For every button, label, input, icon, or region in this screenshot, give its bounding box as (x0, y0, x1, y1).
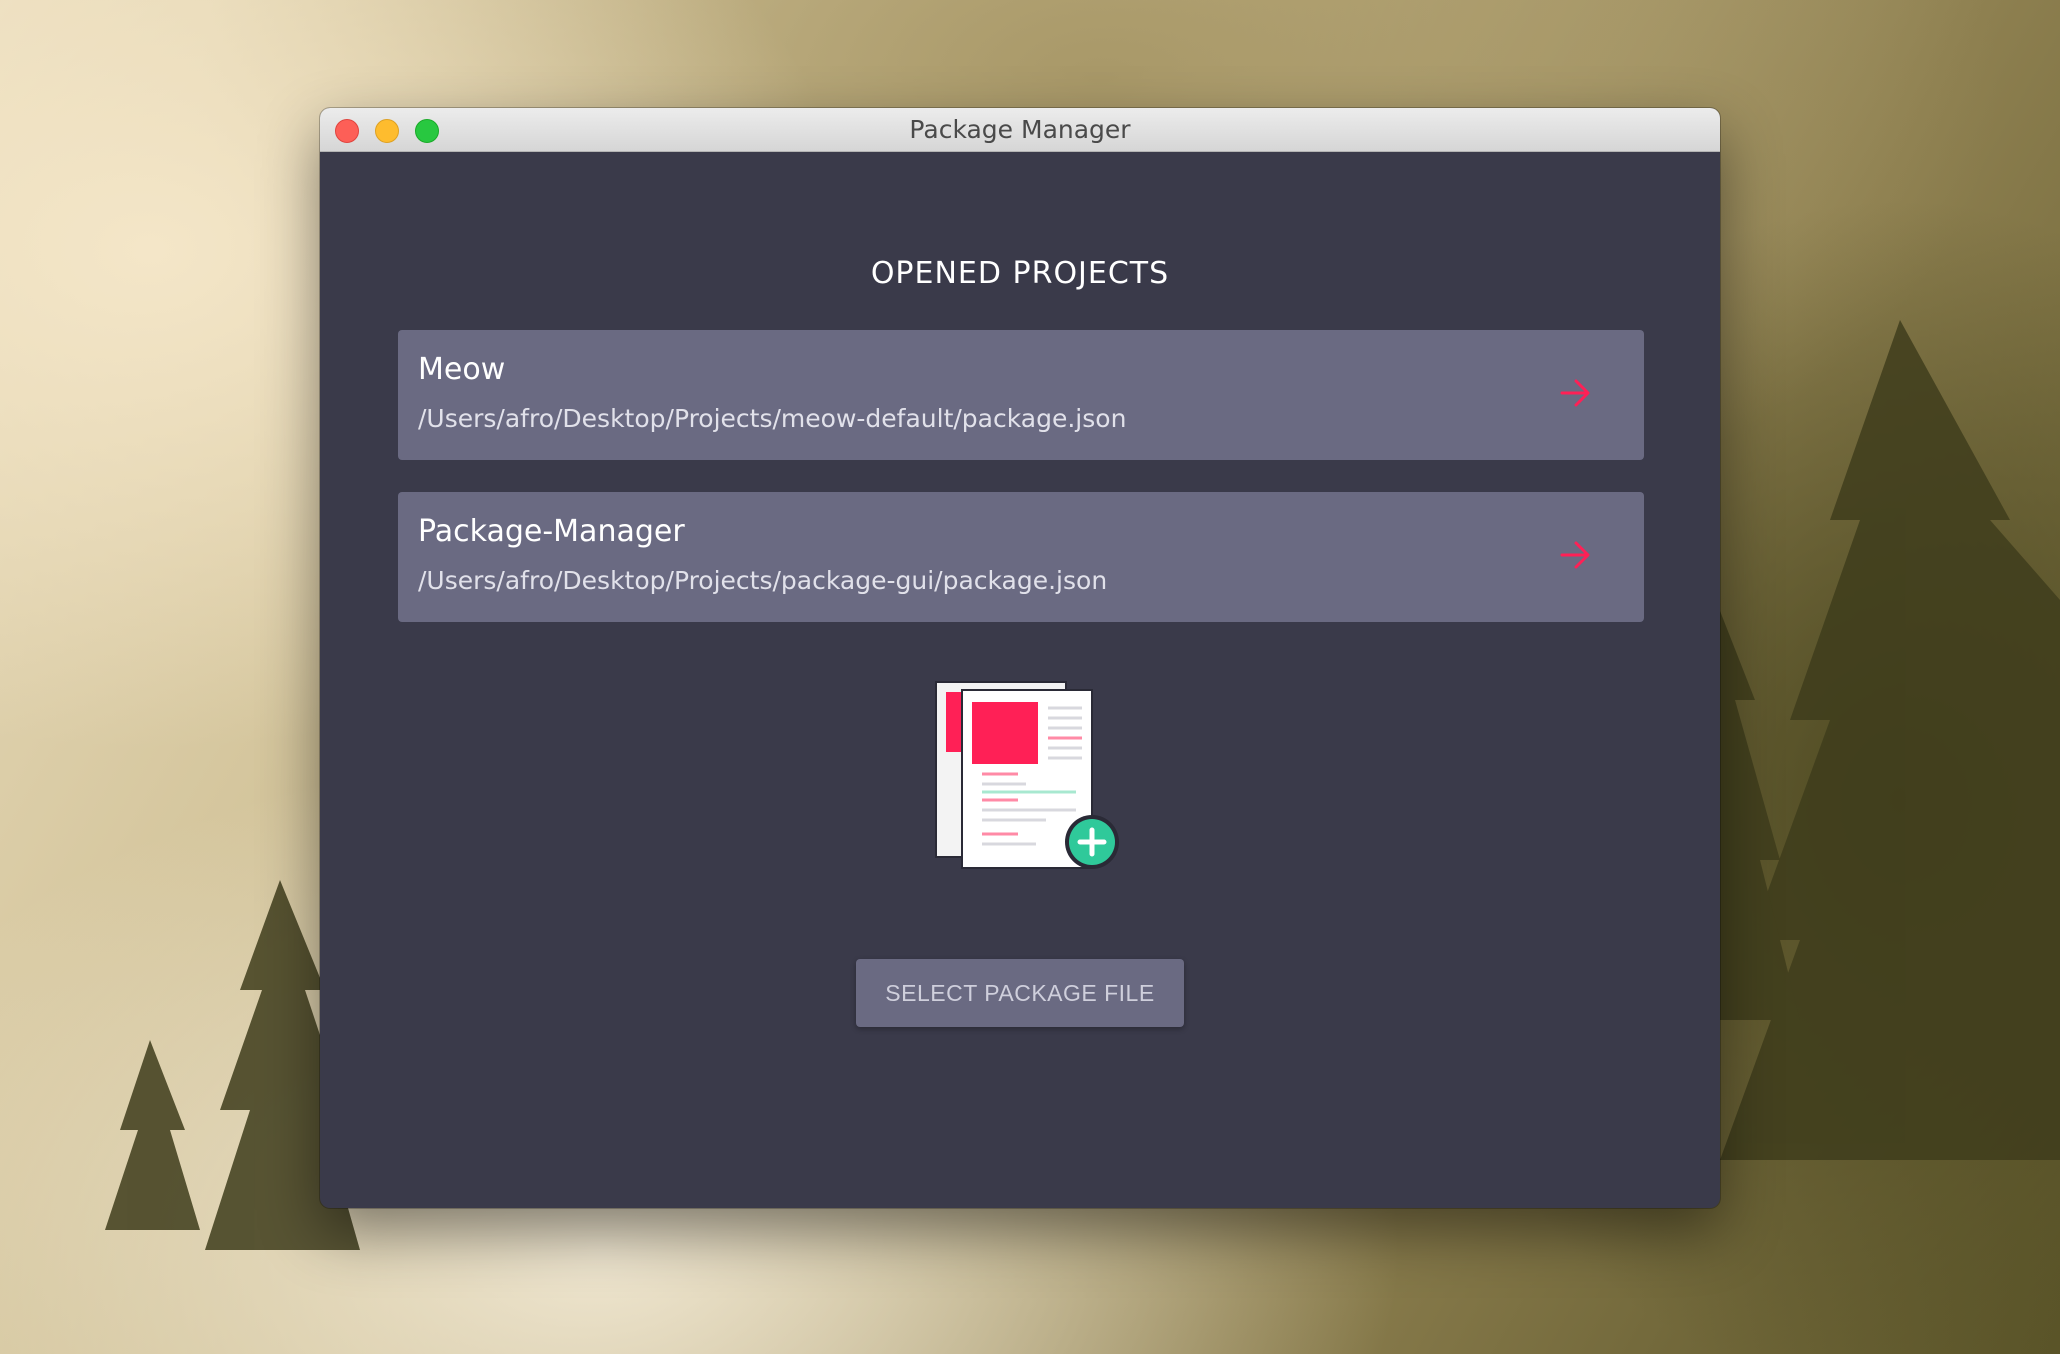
project-name: Meow (418, 352, 506, 387)
package-files-add-icon (935, 681, 1119, 869)
project-path: /Users/afro/Desktop/Projects/package-gui… (418, 566, 1108, 595)
app-window: Package Manager OPENED PROJECTS Meow /Us… (320, 108, 1720, 1208)
page-title: OPENED PROJECTS (870, 256, 1170, 291)
arrow-right-icon[interactable] (1558, 376, 1592, 410)
main-content: OPENED PROJECTS Meow /Users/afro/Desktop… (320, 152, 1720, 1208)
select-package-file-button[interactable]: SELECT PACKAGE FILE (856, 959, 1184, 1027)
project-name: Package-Manager (418, 514, 685, 549)
project-card[interactable]: Meow /Users/afro/Desktop/Projects/meow-d… (398, 330, 1644, 460)
project-path: /Users/afro/Desktop/Projects/meow-defaul… (418, 404, 1127, 433)
arrow-right-icon[interactable] (1558, 538, 1592, 572)
title-bar: Package Manager (320, 108, 1720, 152)
project-card[interactable]: Package-Manager /Users/afro/Desktop/Proj… (398, 492, 1644, 622)
window-title: Package Manager (909, 115, 1131, 144)
